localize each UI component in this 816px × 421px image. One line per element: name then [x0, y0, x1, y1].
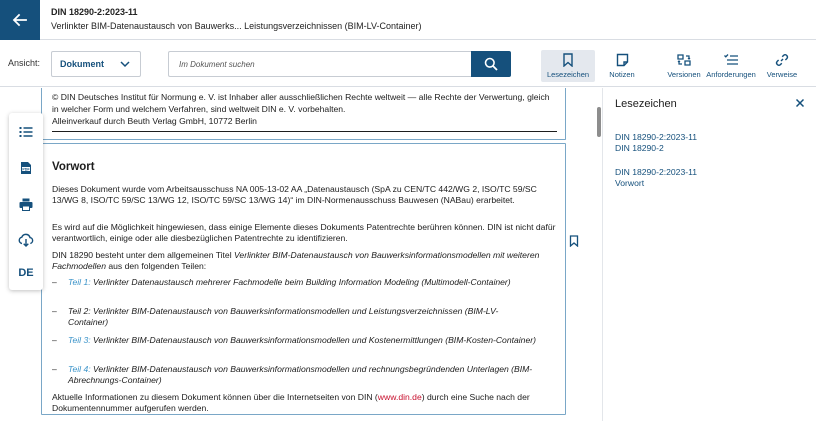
document-view[interactable]: © DIN Deutsches Institut für Normung e. …	[0, 88, 600, 421]
part-3-link[interactable]: Teil 3:	[68, 335, 91, 345]
tool-requirements[interactable]: Anforderungen	[704, 50, 758, 82]
left-rail: PDF DE	[9, 113, 43, 290]
print-icon	[19, 198, 33, 211]
note-icon	[616, 53, 628, 67]
document-code: DIN 18290-2:2023-11	[51, 7, 138, 17]
tool-requirements-label: Anforderungen	[706, 70, 756, 79]
part-1-link[interactable]: Teil 1:	[68, 277, 91, 287]
pdf-icon: PDF	[21, 162, 31, 174]
panel-title: Lesezeichen	[615, 98, 677, 110]
tool-notes[interactable]: Notizen	[602, 50, 642, 82]
search-button[interactable]	[471, 51, 511, 77]
search-icon	[484, 57, 498, 71]
top-bar: DIN 18290-2:2023-11 Verlinkter BIM-Daten…	[0, 0, 816, 40]
toolbar: Ansicht: Dokument Lesezeichen Notizen Ve	[0, 40, 816, 87]
tool-bookmarks[interactable]: Lesezeichen	[541, 50, 595, 82]
bookmark-item-target: DIN 18290-2	[615, 143, 664, 153]
chevron-down-icon	[120, 61, 130, 68]
pdf-button[interactable]: PDF	[9, 151, 43, 185]
bookmark-item[interactable]: DIN 18290-2:2023-11 DIN 18290-2	[615, 132, 697, 154]
part-4-link[interactable]: Teil 4:	[68, 364, 91, 374]
link-icon	[775, 54, 789, 66]
close-icon[interactable]	[795, 98, 805, 108]
part-1-text: Verlinkter Datenaustausch mehrerer Fachm…	[90, 277, 511, 287]
bookmark-item-doc: DIN 18290-2:2023-11	[615, 167, 698, 177]
search-input[interactable]	[168, 51, 471, 77]
print-button[interactable]	[9, 187, 43, 221]
tool-notes-label: Notizen	[609, 70, 635, 79]
svg-text:PDF: PDF	[22, 167, 30, 171]
arrow-left-icon	[12, 13, 27, 27]
p4-start: Aktuelle Informationen zu diesem Dokumen…	[52, 392, 378, 402]
copyright-text: © DIN Deutsches Institut für Normung e. …	[52, 92, 550, 114]
tool-references[interactable]: Verweise	[762, 50, 802, 82]
copyright-box: © DIN Deutsches Institut für Normung e. …	[41, 88, 566, 140]
bookmark-set-icon[interactable]	[569, 235, 579, 247]
download-icon	[18, 233, 34, 247]
section-title: Vorwort	[52, 161, 95, 173]
scrollbar-thumb[interactable]	[597, 107, 601, 137]
part-2-text: Verlinkter BIM-Datenaustausch von Bauwer…	[68, 306, 499, 327]
sales-text: Alleinverkauf durch Beuth Verlag GmbH, 1…	[52, 116, 557, 132]
bookmarks-panel: Lesezeichen DIN 18290-2:2023-11 DIN 1829…	[603, 88, 816, 421]
foreword-paragraph-3: DIN 18290 besteht unter dem allgemeinen …	[52, 250, 557, 272]
part-3-text: Verlinkter BIM-Datenaustausch von Bauwer…	[90, 335, 536, 345]
foreword-paragraph-2: Es wird auf die Möglichkeit hingewiesen,…	[52, 222, 556, 243]
toc-button[interactable]	[9, 115, 43, 149]
p3-end: aus den folgenden Teilen:	[105, 261, 207, 271]
versions-icon	[677, 54, 691, 66]
view-select-value: Dokument	[60, 59, 105, 69]
bookmark-icon	[563, 53, 573, 67]
part-2-label: Teil 2:	[68, 306, 91, 316]
view-label: Ansicht:	[8, 58, 41, 68]
tool-versions[interactable]: Versionen	[662, 50, 706, 82]
document-title: Verlinkter BIM-Datenaustausch von Bauwer…	[51, 21, 422, 31]
language-button[interactable]: DE	[9, 256, 43, 290]
tool-versions-label: Versionen	[667, 70, 701, 79]
toc-icon	[19, 127, 33, 137]
foreword-paragraph-4: Aktuelle Informationen zu diesem Dokumen…	[52, 392, 557, 414]
part-4-text: Verlinkter BIM-Datenaustausch von Bauwer…	[68, 364, 533, 385]
bookmark-item-target: Vorwort	[615, 178, 645, 188]
download-button[interactable]	[9, 223, 43, 257]
tool-bookmarks-label: Lesezeichen	[546, 70, 590, 79]
p3-start: DIN 18290 besteht unter dem allgemeinen …	[52, 250, 235, 260]
view-select[interactable]: Dokument	[51, 51, 141, 77]
language-label: DE	[18, 267, 34, 279]
bookmark-item-doc: DIN 18290-2:2023-11	[615, 132, 698, 142]
bookmark-item[interactable]: DIN 18290-2:2023-11 Vorwort	[615, 167, 697, 189]
requirements-icon	[724, 54, 738, 65]
foreword-box: Vorwort Dieses Dokument wurde vom Arbeit…	[41, 143, 566, 415]
din-website-link[interactable]: www.din.de	[378, 392, 422, 402]
foreword-paragraph-1: Dieses Dokument wurde vom Arbeitsausschu…	[52, 184, 537, 205]
tool-references-label: Verweise	[766, 70, 798, 79]
back-button[interactable]	[0, 0, 40, 40]
